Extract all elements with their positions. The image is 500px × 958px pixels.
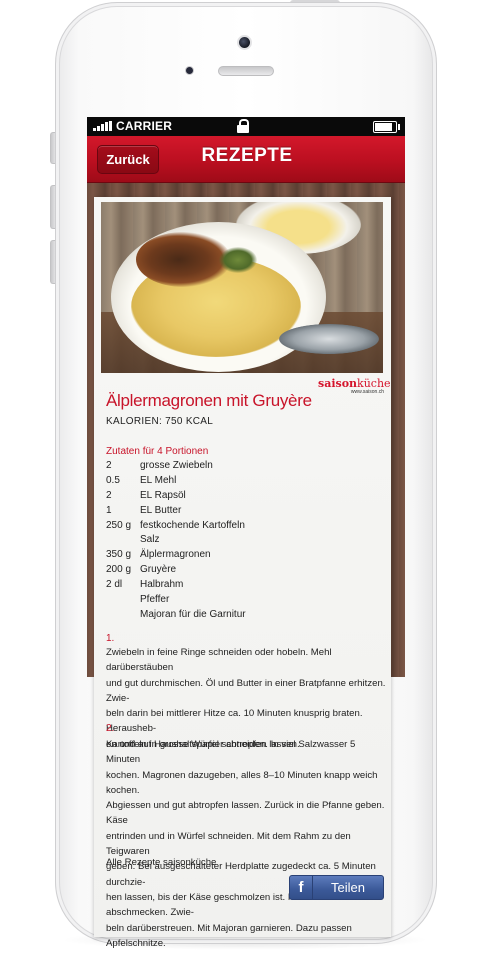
ingredient-name: EL Butter — [140, 504, 182, 516]
status-bar: CARRIER — [87, 117, 405, 136]
share-button[interactable]: f Teilen — [289, 875, 384, 900]
carrier-indicator: CARRIER — [93, 119, 172, 133]
ingredient-name: Gruyère — [140, 564, 177, 576]
lock-icon — [237, 119, 249, 133]
back-button[interactable]: Zurück — [97, 145, 159, 174]
calories-value: 750 kcal — [165, 416, 214, 427]
share-label: Teilen — [331, 880, 365, 895]
ingredient-qty — [106, 608, 140, 623]
recipe-card[interactable]: saisonküche www.saison.ch Älplermagronen… — [94, 197, 391, 949]
ingredient-qty: 350 g — [106, 549, 132, 561]
ingredient-name: EL Mehl — [140, 474, 177, 486]
ingredient-name: Halbrahm — [140, 579, 184, 591]
ingredient-qty: 200 g — [106, 564, 132, 576]
facebook-icon: f — [290, 876, 313, 899]
ingredient-name: Älplermagronen — [140, 549, 211, 561]
ingredient-qty: 250 g — [106, 519, 132, 531]
ingredient-row: Pfeffer — [106, 593, 376, 608]
ingredient-name: Majoran für die Garnitur — [140, 608, 246, 620]
ingredient-qty: 2 dl — [106, 579, 123, 591]
signal-strength-icon — [93, 121, 112, 131]
calories-label: Kalorien: — [106, 416, 163, 427]
footer-note: Alle Rezepte saisonküche — [106, 857, 217, 868]
brand-logo: saisonküche www.saison.ch — [318, 378, 391, 396]
ingredient-row: 200 g Gruyère — [106, 563, 376, 578]
ingredients-list: 2 grosse Zwiebeln 0.5 EL Mehl 2 EL Rapsöl 1… — [106, 459, 376, 623]
step-number: 2. — [106, 723, 115, 734]
ingredient-row: 2 EL Rapsöl — [106, 489, 376, 504]
ingredient-row: 0.5 EL Mehl — [106, 474, 376, 489]
ingredient-row: Salz — [106, 533, 376, 548]
camera-icon — [239, 37, 250, 48]
ingredient-row: Majoran für die Garnitur — [106, 608, 376, 623]
ingredient-row: 250 g festkochende Kartoffeln — [106, 519, 376, 534]
ingredient-qty — [106, 533, 140, 548]
earpiece-speaker — [218, 66, 274, 76]
ingredient-qty: 2 — [106, 489, 112, 501]
ingredient-qty: 0.5 — [106, 474, 120, 486]
ingredients-heading: Zutaten für 4 Portionen — [106, 446, 209, 457]
page-title: REZEPTE — [201, 145, 293, 166]
ingredient-row: 350 g Älplermagronen — [106, 548, 376, 563]
carrier-name: CARRIER — [116, 119, 173, 133]
ingredient-name: EL Rapsöl — [140, 489, 186, 501]
ingredient-qty — [106, 593, 140, 608]
step-text: Kartoffeln in grosse Würfel schneiden. I… — [106, 739, 385, 949]
step-number: 1. — [106, 633, 115, 644]
recipe-photo — [101, 202, 383, 373]
ingredient-row: 2 dl Halbrahm — [106, 578, 376, 593]
ingredient-name: Pfeffer — [140, 594, 170, 606]
battery-icon — [373, 121, 400, 133]
ingredient-row: 1 EL Butter — [106, 504, 376, 519]
ingredient-row: 2 grosse Zwiebeln — [106, 459, 376, 474]
ingredient-qty: 1 — [106, 504, 112, 516]
ingredient-name: festkochende Kartoffeln — [140, 519, 245, 531]
recipe-title: Älplermagronen mit Gruyère — [106, 391, 312, 410]
ingredient-name: Salz — [140, 534, 160, 546]
front-camera-icon — [186, 67, 193, 74]
calories-line: Kalorien: 750 kcal — [106, 416, 213, 427]
brand-url: www.saison.ch — [350, 389, 384, 395]
ingredient-name: grosse Zwiebeln — [140, 460, 213, 471]
navigation-bar: Zurück REZEPTE — [87, 136, 405, 183]
ingredient-qty: 2 — [106, 460, 112, 471]
